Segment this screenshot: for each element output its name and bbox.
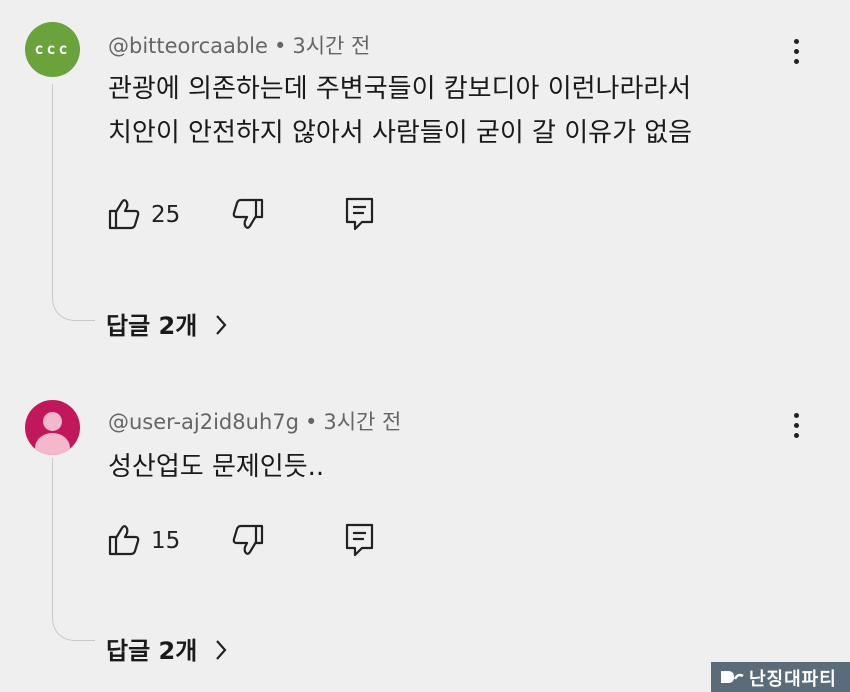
more-options-icon[interactable] — [784, 410, 808, 444]
comment: ccc @bitteorcaable • 3시간 전 관광에 의존하는데 주변국들이… — [0, 0, 850, 346]
watermark-logo-icon — [721, 671, 744, 683]
reply-icon[interactable] — [344, 522, 376, 558]
replies-label: 답글 2개 — [106, 637, 198, 665]
comment-text: 관광에 의존하는데 주변국들이 캄보디아 이런나라라서 치안이 안전하지 않아서… — [108, 67, 692, 155]
comment-meta: @bitteorcaable • 3시간 전 — [108, 30, 370, 60]
comment-text-line: 치안이 안전하지 않아서 사람들이 굳이 갈 이유가 없음 — [108, 118, 693, 148]
chevron-right-icon — [215, 315, 227, 335]
like-icon[interactable] — [106, 196, 142, 232]
dislike-icon[interactable] — [230, 196, 266, 232]
dislike-icon[interactable] — [230, 522, 266, 558]
replies-toggle[interactable]: 답글 2개 — [106, 631, 228, 666]
avatar-body — [35, 433, 70, 455]
like-count: 15 — [151, 528, 181, 554]
avatar-initials: ccc — [34, 40, 71, 58]
thread-line — [52, 84, 95, 321]
comment-text: 성산업도 문제인듯.. — [108, 445, 324, 489]
comment: @user-aj2id8uh7g • 3시간 전 성산업도 문제인듯.. 15 답글… — [0, 346, 850, 692]
comment-text-line: 관광에 의존하는데 주변국들이 캄보디아 이런나라라서 — [108, 74, 692, 104]
replies-label: 답글 2개 — [106, 312, 198, 340]
comment-text-line: 성산업도 문제인듯.. — [108, 452, 325, 482]
comment-author[interactable]: @bitteorcaable — [108, 34, 268, 58]
watermark-text: 난징대파티 — [749, 669, 837, 690]
avatar[interactable]: ccc — [25, 22, 80, 77]
comment-time: 3시간 전 — [292, 34, 371, 58]
like-count: 25 — [151, 202, 181, 228]
comment-author[interactable]: @user-aj2id8uh7g — [108, 410, 299, 434]
reply-icon[interactable] — [344, 196, 376, 232]
like-icon[interactable] — [106, 522, 142, 558]
avatar[interactable] — [25, 400, 80, 455]
comment-meta: @user-aj2id8uh7g • 3시간 전 — [108, 406, 401, 436]
meta-separator: • — [304, 410, 318, 434]
comment-time: 3시간 전 — [323, 410, 402, 434]
more-options-icon[interactable] — [784, 36, 808, 70]
meta-separator: • — [273, 34, 287, 58]
chevron-right-icon — [215, 640, 227, 660]
thread-line — [52, 458, 95, 641]
replies-toggle[interactable]: 답글 2개 — [106, 306, 228, 341]
watermark: 난징대파티 — [711, 662, 850, 692]
avatar-head — [43, 412, 62, 431]
